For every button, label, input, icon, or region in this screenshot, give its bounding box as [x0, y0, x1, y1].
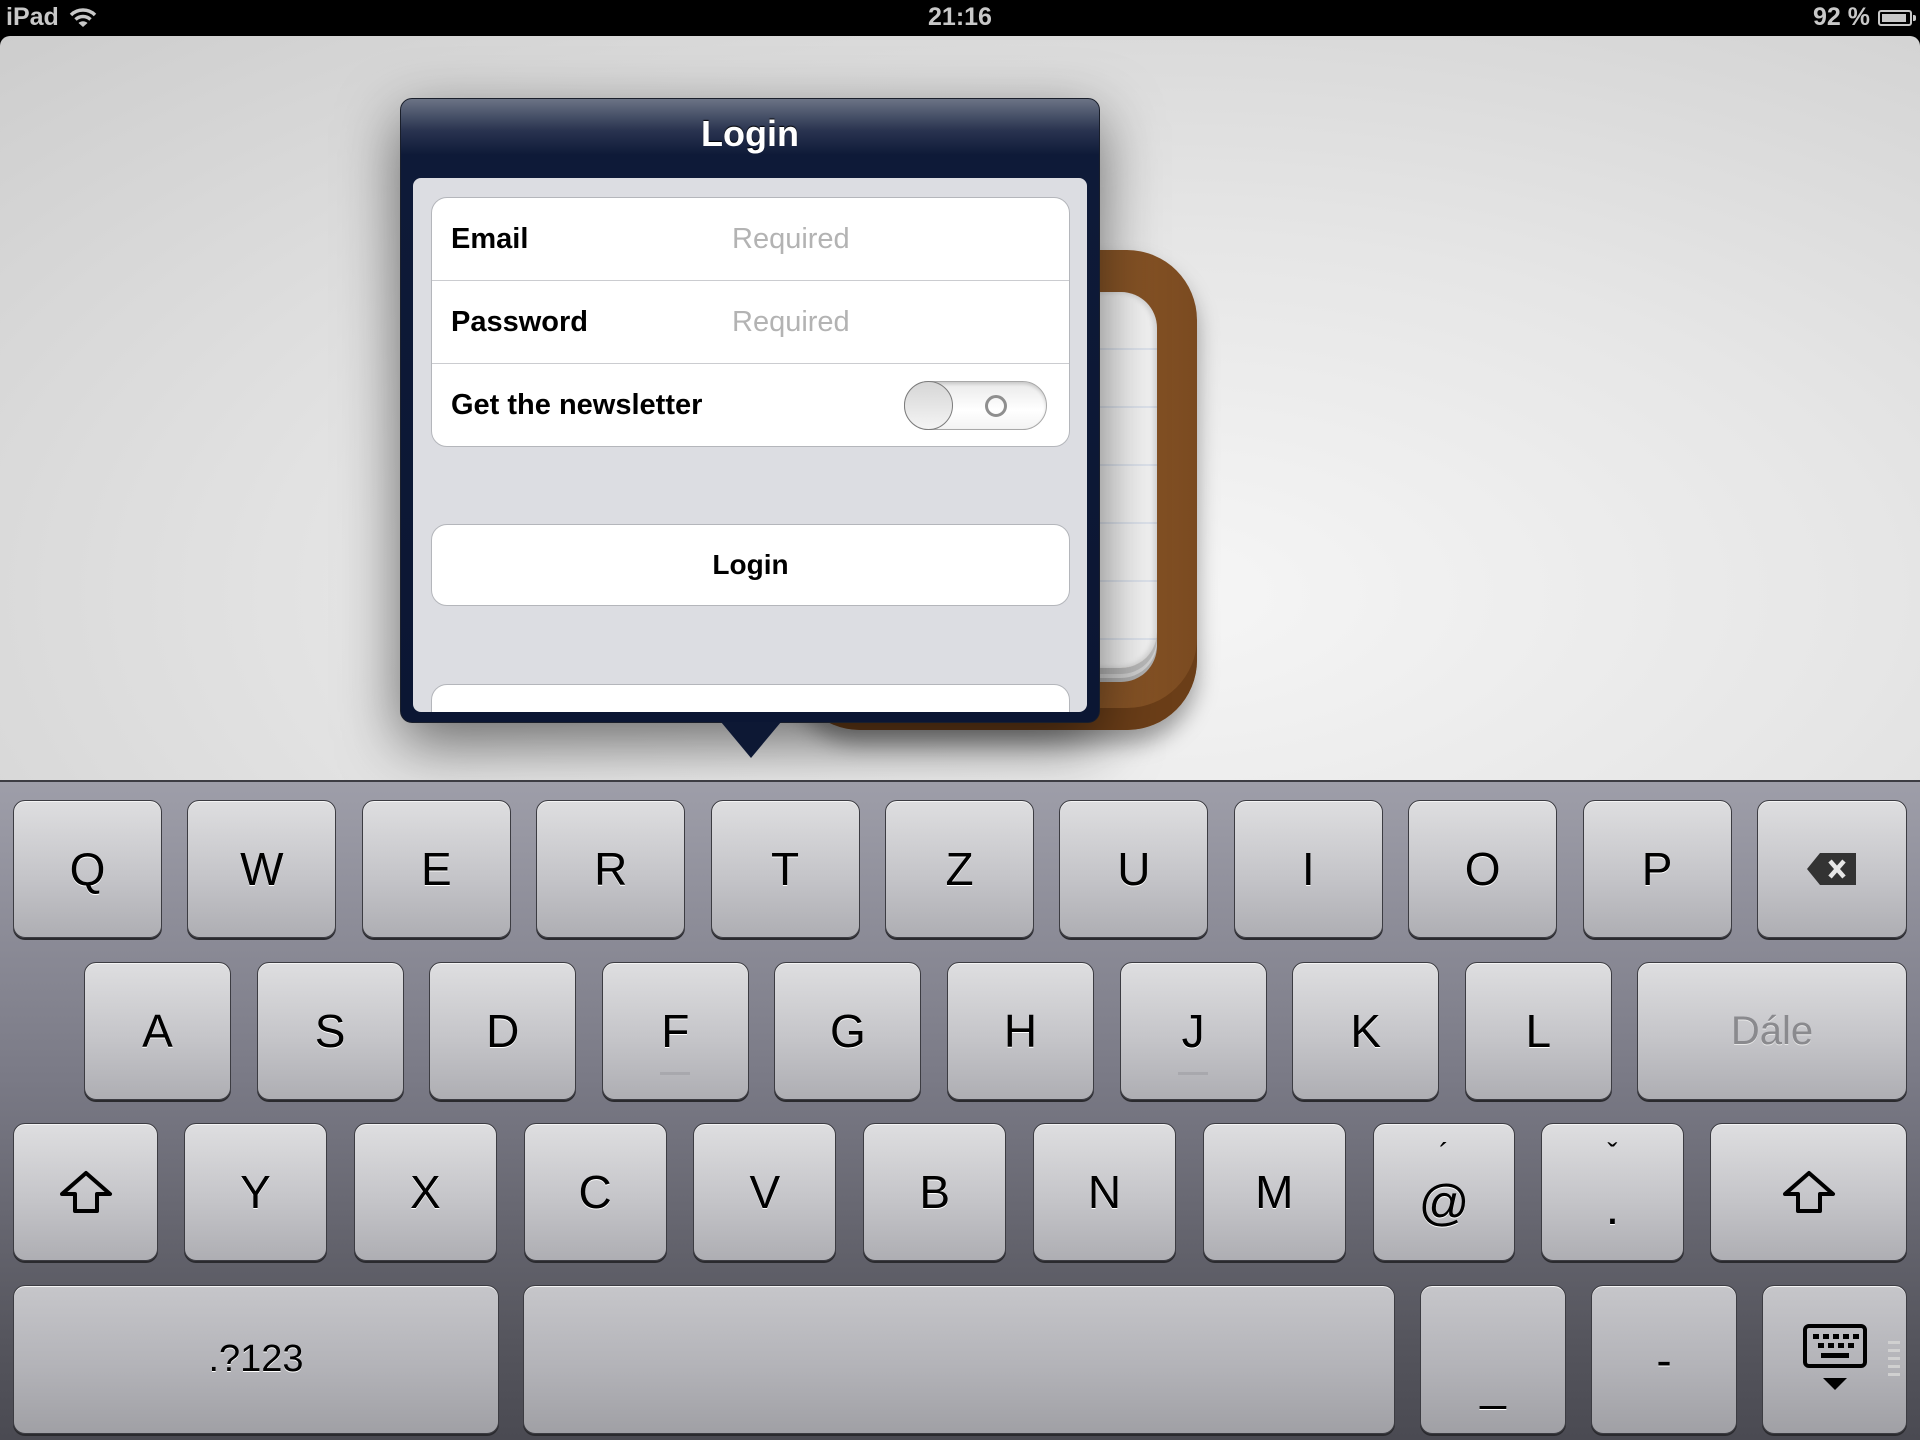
backspace-key[interactable]: [1757, 800, 1907, 938]
key-o[interactable]: O: [1408, 800, 1558, 938]
login-popover: Login Email Password Get the newsletter …: [400, 98, 1100, 723]
password-row[interactable]: Password: [432, 281, 1069, 364]
key-y[interactable]: Y: [184, 1123, 327, 1261]
dot-key[interactable]: ˇ .: [1541, 1123, 1684, 1261]
hyphen-key[interactable]: -: [1591, 1285, 1737, 1434]
popover-arrow: [721, 722, 781, 758]
key-d[interactable]: D: [429, 962, 577, 1100]
key-h[interactable]: H: [947, 962, 1094, 1100]
popover-title: Login: [701, 113, 799, 154]
clock: 21:16: [928, 3, 992, 31]
email-label: Email: [451, 222, 529, 255]
key-c[interactable]: C: [523, 1123, 667, 1261]
space-bar[interactable]: [523, 1285, 1395, 1434]
keyboard-dismiss-icon: [1802, 1323, 1867, 1390]
numbers-key[interactable]: .?123: [13, 1285, 499, 1434]
key-z[interactable]: Z: [885, 800, 1034, 938]
key-i[interactable]: I: [1233, 800, 1383, 938]
key-x[interactable]: X: [353, 1123, 497, 1261]
key-g[interactable]: G: [774, 962, 922, 1100]
newsletter-toggle[interactable]: [904, 380, 1047, 430]
toggle-knob: [904, 380, 953, 430]
shift-icon: [1782, 1171, 1835, 1213]
shift-key-left[interactable]: [13, 1123, 158, 1261]
battery-icon: [1878, 9, 1916, 26]
key-w[interactable]: W: [187, 800, 337, 938]
key-u[interactable]: U: [1059, 800, 1209, 938]
key-v[interactable]: V: [693, 1123, 837, 1261]
home-row-marker: [660, 1072, 691, 1075]
battery-percent: 92 %: [1813, 3, 1870, 31]
underscore-key[interactable]: _: [1420, 1285, 1566, 1434]
key-q[interactable]: Q: [13, 800, 162, 938]
key-m[interactable]: M: [1202, 1123, 1346, 1261]
login-form-group: Email Password Get the newsletter: [431, 197, 1070, 447]
key-a[interactable]: A: [84, 962, 231, 1100]
key-r[interactable]: R: [536, 800, 686, 938]
key-l[interactable]: L: [1464, 962, 1612, 1100]
key-n[interactable]: N: [1033, 1123, 1176, 1261]
key-p[interactable]: P: [1582, 800, 1732, 938]
shift-key-right[interactable]: [1710, 1123, 1907, 1261]
password-field[interactable]: [732, 305, 1052, 339]
key-b[interactable]: B: [863, 1123, 1007, 1261]
backspace-icon: [1807, 853, 1856, 885]
partial-group-card: [431, 684, 1070, 712]
shift-icon: [59, 1171, 112, 1213]
newsletter-row: Get the newsletter: [432, 364, 1069, 446]
key-t[interactable]: T: [710, 800, 860, 938]
key-f[interactable]: F: [601, 962, 749, 1100]
key-e[interactable]: E: [361, 800, 511, 938]
newsletter-label: Get the newsletter: [451, 388, 703, 421]
popover-content: Email Password Get the newsletter Login: [413, 178, 1087, 712]
on-screen-keyboard: QWERTZUIOP ASDFGHJKL Dále YXCVBNM ´ @ ˇ …: [0, 780, 1920, 1440]
password-label: Password: [451, 305, 588, 338]
key-j[interactable]: J: [1119, 962, 1267, 1100]
dismiss-keyboard-key[interactable]: [1762, 1285, 1907, 1434]
key-k[interactable]: K: [1292, 962, 1440, 1100]
keyboard-grip[interactable]: [1888, 1341, 1900, 1381]
email-field[interactable]: [732, 222, 1052, 256]
return-key[interactable]: Dále: [1637, 962, 1907, 1100]
home-row-marker: [1178, 1072, 1209, 1075]
login-button[interactable]: Login: [431, 524, 1070, 606]
at-key[interactable]: ´ @: [1373, 1123, 1515, 1261]
toggle-off-icon: [985, 394, 1007, 417]
key-s[interactable]: S: [256, 962, 404, 1100]
email-row[interactable]: Email: [432, 198, 1069, 281]
status-bar: iPad 21:16 92 %: [0, 0, 1920, 36]
